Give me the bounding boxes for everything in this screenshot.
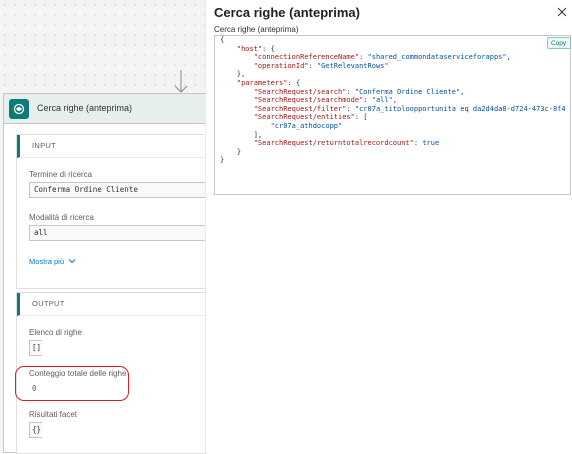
pane-subtitle: Cerca righe (anteprima) [214, 25, 299, 34]
code-line: "SearchRequest/search": "Conferma Ordine… [253, 87, 465, 96]
code-key: "SearchRequest/filter" [253, 104, 347, 113]
code-line: "SearchRequest/returntotalrecordcount": … [253, 139, 440, 148]
highlight-annotation [15, 366, 129, 401]
code-line: "cr07a_athdocopp" [220, 122, 570, 131]
input-section-header: INPUT [17, 135, 206, 158]
show-more-link[interactable]: Mostra più [29, 257, 76, 266]
code-value: true [422, 139, 440, 148]
chevron-down-icon [68, 259, 76, 264]
search-mode-label: Modalità di ricerca [29, 213, 94, 222]
code-content: { "host": { "connectionReferenceName": "… [215, 36, 570, 165]
code-line: "SearchRequest/entities": [ [253, 113, 368, 122]
show-more-label: Mostra più [29, 257, 65, 266]
code-key: "SearchRequest/searchmode" [253, 96, 364, 105]
code-line: "host": { [236, 44, 275, 53]
pane-title: Cerca righe (anteprima) [214, 5, 360, 20]
code-line: "connectionReferenceName": "shared_commo… [253, 53, 511, 62]
code-view-pane: Cerca righe (anteprima) Cerca righe (ant… [205, 0, 572, 453]
code-line: } [236, 147, 242, 156]
code-value: "all" [371, 96, 393, 105]
code-line: "SearchRequest/searchmode": "all", [253, 96, 398, 105]
copy-button[interactable]: Copy [547, 37, 571, 49]
card-title: Cerca righe (anteprima) [37, 103, 133, 113]
facet-results-label: Risultati facet [29, 410, 78, 419]
code-line: } [220, 156, 225, 165]
search-term-label: Termine di ricerca [29, 170, 93, 179]
input-section: INPUT Termine di ricerca Conferma Ordine… [16, 134, 207, 289]
code-value: "Conferma Ordine Cliente" [354, 87, 461, 96]
code-value: "shared_commondataserviceforapps" [367, 53, 507, 62]
code-key: "SearchRequest/search" [253, 87, 347, 96]
code-key: "operationId" [253, 61, 309, 70]
code-key: "SearchRequest/entities" [253, 113, 355, 122]
flow-canvas: Cerca righe (anteprima) INPUT Termine di… [0, 0, 207, 454]
code-key: "connectionReferenceName" [253, 53, 360, 62]
code-key: "host" [236, 44, 263, 53]
rows-list-value: [] [29, 340, 42, 356]
card-header[interactable]: Cerca righe (anteprima) [4, 94, 205, 124]
facet-results-value: {} [29, 422, 42, 438]
code-value: "GetRelevantRows" [316, 61, 389, 70]
code-value: "cr07a_athdocopp" [270, 121, 343, 130]
code-key: "SearchRequest/returntotalrecordcount" [253, 139, 414, 148]
dataverse-icon [9, 99, 29, 119]
code-line: ], [253, 130, 263, 139]
code-line: "SearchRequest/filter": "cr07a_titoloopp… [253, 104, 566, 113]
code-line: }, [236, 70, 246, 79]
search-term-value: Conferma Ordine Cliente [29, 182, 207, 198]
code-editor[interactable]: { "host": { "connectionReferenceName": "… [214, 35, 571, 195]
search-mode-value: all [29, 225, 207, 241]
close-icon[interactable] [557, 7, 567, 17]
code-line: "parameters": { [236, 78, 301, 87]
code-value: "cr07a_titoloopportunita eq da2d4da8-d72… [354, 104, 566, 113]
code-key: "parameters" [236, 78, 288, 87]
rows-list-label: Elenco di righe [29, 328, 82, 337]
output-section-header: OUTPUT [17, 293, 206, 316]
code-line: "operationId": "GetRelevantRows" [253, 61, 389, 70]
code-line: { [220, 36, 225, 44]
